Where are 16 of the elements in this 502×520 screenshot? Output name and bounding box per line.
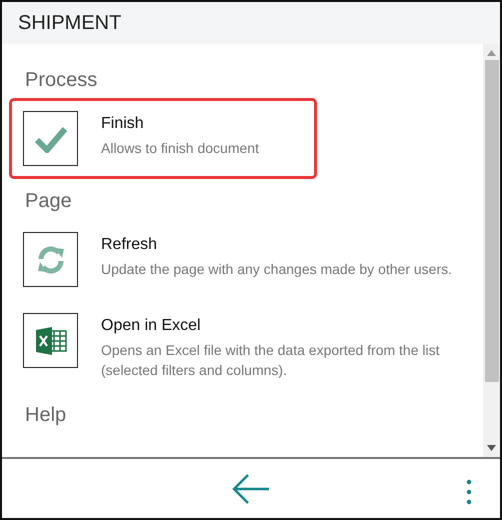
spreadsheet-icon[interactable] [23, 313, 78, 368]
checkmark-icon[interactable] [23, 111, 78, 166]
scroll-down-icon[interactable] [487, 445, 496, 451]
action-link[interactable]: Finish [101, 113, 259, 135]
group-heading: Page [24, 189, 73, 214]
action-description: Update the page with any changes made by other users. [101, 260, 452, 279]
group-heading: Process [24, 68, 98, 93]
action-description: Allows to finish document [101, 139, 259, 158]
group-heading: Help [24, 403, 68, 428]
refresh-icon[interactable] [23, 232, 78, 287]
scrollbar[interactable] [483, 44, 500, 457]
action-description: Opens an Excel file with the data exported from the list (selected filters and columns). [101, 341, 441, 380]
action-link[interactable]: Refresh [101, 234, 452, 256]
action-link[interactable]: Open in Excel [101, 315, 465, 337]
more-options-button[interactable] [464, 477, 474, 507]
panel-title: SHIPMENT [18, 11, 122, 36]
